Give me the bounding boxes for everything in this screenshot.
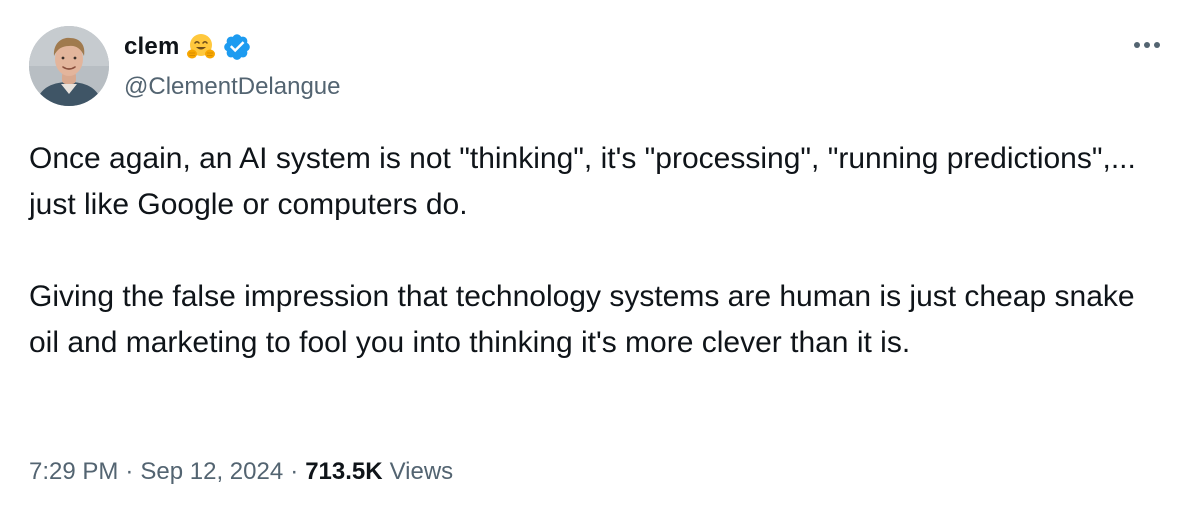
more-options-button[interactable] <box>1127 34 1167 56</box>
tweet-meta: 7:29 PM · Sep 12, 2024 · 713.5K Views <box>29 452 453 492</box>
more-horizontal-icon <box>1134 42 1140 48</box>
tweet-time[interactable]: 7:29 PM <box>29 452 118 492</box>
tweet-paragraph-1: Once again, an AI system is not "thinkin… <box>29 142 1145 221</box>
author-handle[interactable]: @ClementDelangue <box>124 70 340 104</box>
views-count: 713.5K <box>305 458 383 485</box>
verified-badge-icon[interactable] <box>222 32 252 62</box>
views-label: Views <box>389 458 454 485</box>
meta-separator: · <box>125 458 134 485</box>
tweet-card: clem @ClementDelangue Once again, an AI … <box>0 0 1194 522</box>
author-name-row: clem <box>124 29 252 65</box>
display-name[interactable]: clem <box>124 29 180 65</box>
avatar[interactable] <box>29 26 109 106</box>
more-horizontal-icon <box>1144 42 1150 48</box>
tweet-date[interactable]: Sep 12, 2024 <box>140 452 283 492</box>
more-horizontal-icon <box>1154 42 1160 48</box>
hugging-face-emoji-icon <box>186 32 216 62</box>
tweet-paragraph-2: Giving the false impression that technol… <box>29 280 1143 359</box>
tweet-text: Once again, an AI system is not "thinkin… <box>29 136 1149 366</box>
meta-separator: · <box>290 458 299 485</box>
